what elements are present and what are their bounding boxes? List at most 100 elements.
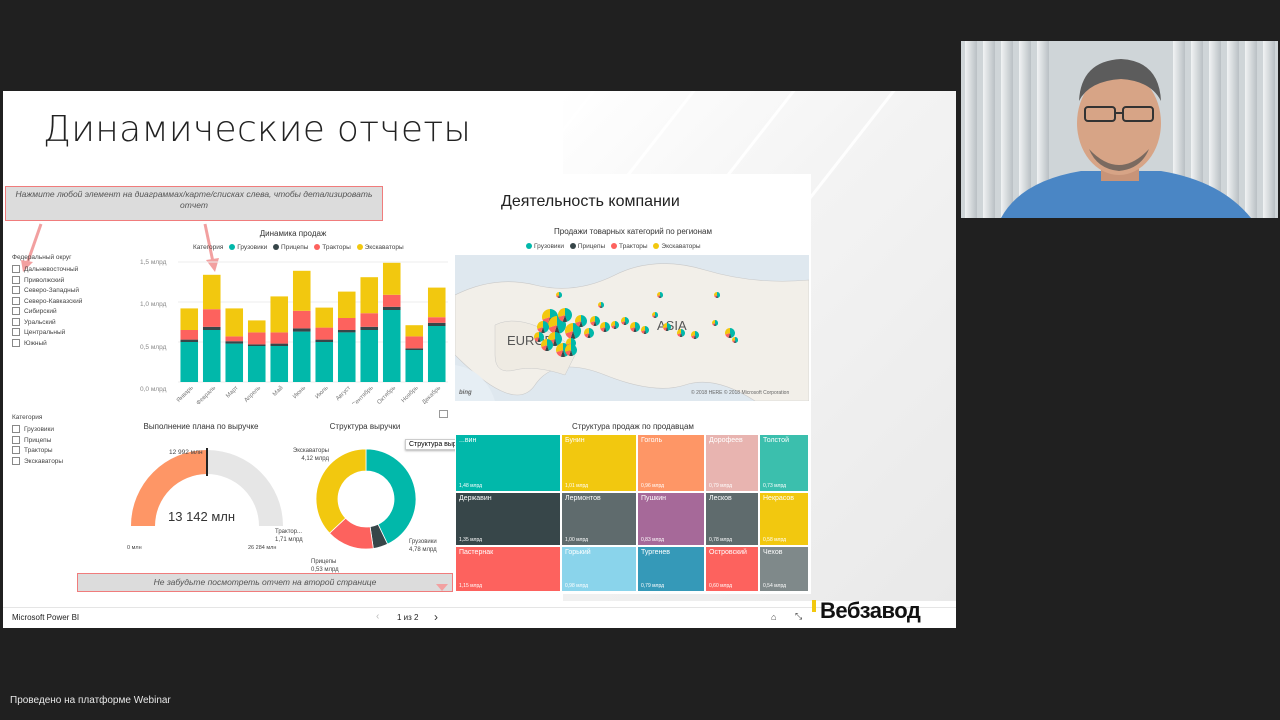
share-icon[interactable]: ⌂ [771, 612, 776, 622]
bar-segment[interactable] [270, 332, 289, 344]
map-pie-marker[interactable] [630, 322, 640, 332]
region-filter-item[interactable]: Северо-Кавказский [12, 296, 82, 308]
bar-segment[interactable] [382, 306, 401, 310]
bar-segment[interactable] [427, 326, 446, 382]
treemap-cell[interactable]: Толстой 0,73 млрд [759, 434, 809, 492]
treemap-cell[interactable]: Лермонтов 1,00 млрд [561, 492, 637, 546]
bar-segment[interactable] [315, 327, 334, 340]
bar-segment[interactable] [360, 277, 379, 314]
map-pie-marker[interactable] [714, 292, 720, 298]
bar-segment[interactable] [202, 274, 221, 310]
category-filter-item[interactable]: Тракторы [12, 446, 63, 457]
bar-segment[interactable] [405, 325, 424, 337]
bar-segment[interactable] [427, 322, 446, 326]
map-pie-marker[interactable] [652, 312, 658, 318]
bar-segment[interactable] [202, 326, 221, 330]
map-pie-marker[interactable] [663, 323, 671, 331]
bar-segment[interactable] [337, 330, 356, 333]
map-pie-marker[interactable] [575, 315, 587, 327]
bar-segment[interactable] [292, 328, 311, 332]
bar-segment[interactable] [180, 330, 199, 340]
treemap-cell[interactable]: Горький 0,98 млрд [561, 546, 637, 592]
treemap-cell[interactable]: Пушкин 0,83 млрд [637, 492, 705, 546]
map-pie-marker[interactable] [712, 320, 718, 326]
bar-segment[interactable] [247, 320, 266, 333]
treemap-cell[interactable]: Гоголь 0,96 млрд [637, 434, 705, 492]
map-pie-marker[interactable] [534, 332, 544, 342]
map-pie-marker[interactable] [584, 328, 594, 338]
bar-segment[interactable] [225, 336, 244, 342]
bar-segment[interactable] [337, 291, 356, 318]
bar-segment[interactable] [360, 330, 379, 382]
bar-segment[interactable] [315, 307, 334, 328]
checkbox-icon[interactable] [12, 328, 20, 337]
bar-segment[interactable] [225, 343, 244, 382]
bar-segment[interactable] [315, 339, 334, 342]
region-filter-item[interactable]: Центральный [12, 328, 82, 339]
map-pie-marker[interactable] [558, 308, 572, 322]
bar-segment[interactable] [382, 310, 401, 382]
map-pie-marker[interactable] [657, 292, 663, 298]
bar-segment[interactable] [382, 294, 401, 307]
treemap-cell[interactable]: Пастернак 1,15 млрд [455, 546, 561, 592]
bar-segment[interactable] [382, 262, 401, 295]
map-pie-marker[interactable] [677, 329, 685, 337]
checkbox-icon[interactable] [12, 265, 20, 274]
map-pie-marker[interactable] [565, 344, 577, 356]
checkbox-icon[interactable] [12, 456, 20, 465]
map-pie-marker[interactable] [691, 331, 699, 339]
checkbox-icon[interactable] [12, 338, 20, 347]
bar-segment[interactable] [225, 341, 244, 344]
bar-segment[interactable] [292, 331, 311, 382]
map-pie-marker[interactable] [611, 321, 619, 329]
bar-segment[interactable] [270, 296, 289, 333]
treemap-cell[interactable]: Тургенев 0,79 млрд [637, 546, 705, 592]
region-filter-item[interactable]: Сибирский [12, 307, 82, 318]
bar-segment[interactable] [315, 342, 334, 382]
bar-segment[interactable] [292, 310, 311, 329]
fullscreen-icon[interactable]: ⤡ [795, 611, 802, 622]
bar-segment[interactable] [405, 350, 424, 382]
bar-segment[interactable] [180, 339, 199, 342]
map-pie-marker[interactable] [732, 337, 738, 343]
map-pie-marker[interactable] [621, 317, 629, 325]
bar-segment[interactable] [337, 318, 356, 330]
bar-segment[interactable] [292, 270, 311, 311]
bar-segment[interactable] [427, 317, 446, 323]
checkbox-icon[interactable] [12, 425, 20, 434]
bar-segment[interactable] [247, 346, 266, 382]
prev-page-icon[interactable]: ‹ [376, 611, 379, 622]
treemap-cell[interactable]: Лесков 0,78 млрд [705, 492, 759, 546]
treemap-cell[interactable]: Некрасов 0,58 млрд [759, 492, 809, 546]
region-filter-item[interactable]: Приволжский [12, 275, 82, 287]
regional-sales-map[interactable]: EUROPE ASIA bing © 2018 HERE © 2018 Micr… [455, 255, 809, 401]
treemap-cell[interactable]: ...вин 1,48 млрд [455, 434, 561, 492]
treemap-cell[interactable]: Чехов 0,54 млрд [759, 546, 809, 592]
map-pie-marker[interactable] [598, 302, 604, 308]
bar-segment[interactable] [180, 308, 199, 330]
checkbox-icon[interactable] [12, 275, 20, 284]
region-filter-item[interactable]: Уральский [12, 317, 82, 329]
bar-segment[interactable] [247, 332, 266, 345]
bar-segment[interactable] [427, 287, 446, 318]
bar-segment[interactable] [225, 308, 244, 337]
treemap-cell[interactable]: Бунин 1,01 млрд [561, 434, 637, 492]
checkbox-icon[interactable] [12, 435, 20, 444]
category-filter-item[interactable]: Прицепы [12, 435, 63, 447]
bar-segment[interactable] [405, 336, 424, 349]
checkbox-icon[interactable] [12, 286, 20, 295]
treemap-cell[interactable]: Дорофеев 0,79 млрд [705, 434, 759, 492]
map-pie-marker[interactable] [590, 316, 600, 326]
bar-segment[interactable] [202, 309, 221, 327]
treemap-cell[interactable]: Островский 0,60 млрд [705, 546, 759, 592]
treemap-cell[interactable]: Державин 1,35 млрд [455, 492, 561, 546]
focus-mode-icon[interactable] [439, 410, 448, 418]
bar-segment[interactable] [247, 344, 266, 346]
region-filter-item[interactable]: Дальневосточный [12, 265, 82, 276]
bar-segment[interactable] [270, 343, 289, 346]
map-pie-marker[interactable] [641, 326, 649, 334]
category-filter-item[interactable]: Грузовики [12, 425, 63, 436]
next-page-icon[interactable]: › [434, 610, 438, 624]
bar-segment[interactable] [180, 342, 199, 382]
map-pie-marker[interactable] [600, 322, 610, 332]
